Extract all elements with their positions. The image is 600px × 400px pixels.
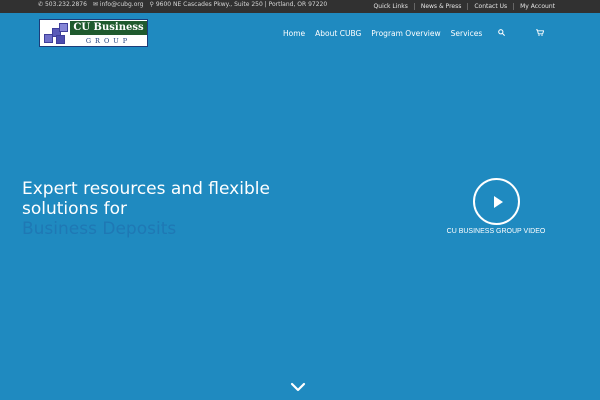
logo-line-2: GROUP [85, 37, 132, 45]
cart-icon[interactable] [536, 29, 545, 38]
nav-about-cubg[interactable]: About CUBG [315, 29, 361, 38]
nav-program-overview[interactable]: Program Overview [371, 29, 440, 38]
hero-headline: Expert resources and flexible solutions … [22, 179, 270, 219]
news-press-link[interactable]: News & Press [413, 3, 468, 10]
phone-icon: ✆ [38, 1, 44, 8]
my-account-link[interactable]: My Account [513, 3, 561, 10]
utility-links: Quick Links News & Press Contact Us My A… [368, 3, 561, 10]
cubes-logo-icon [43, 23, 69, 45]
top-bar: ✆ 503.232.2876 ✉ info@cubg.org ⚲ 9600 NE… [0, 0, 600, 13]
address-text: 9600 NE Cascades Pkwy., Suite 250 | Port… [155, 1, 328, 8]
quick-links-link[interactable]: Quick Links [368, 3, 414, 10]
site-logo[interactable]: CU Business GROUP [39, 19, 148, 47]
nav-services[interactable]: Services [451, 29, 483, 38]
play-icon [494, 196, 503, 208]
email-link[interactable]: info@cubg.org [100, 1, 144, 8]
chevron-down-icon[interactable] [289, 378, 307, 392]
hero-rotating-text: Business Deposits [22, 219, 177, 239]
video-label[interactable]: CU BUSINESS GROUP VIDEO [436, 228, 556, 235]
search-icon[interactable] [498, 29, 506, 38]
phone-number[interactable]: 503.232.2876 [45, 1, 87, 8]
location-icon: ⚲ [149, 1, 154, 8]
main-nav: Home About CUBG Program Overview Service… [283, 29, 492, 38]
contact-info: ✆ 503.232.2876 ✉ info@cubg.org ⚲ 9600 NE… [38, 1, 328, 9]
nav-home[interactable]: Home [283, 29, 305, 38]
contact-us-link[interactable]: Contact Us [467, 3, 513, 10]
play-video-button[interactable] [473, 178, 520, 225]
mail-icon: ✉ [92, 1, 98, 8]
logo-line-1: CU Business [70, 21, 147, 35]
